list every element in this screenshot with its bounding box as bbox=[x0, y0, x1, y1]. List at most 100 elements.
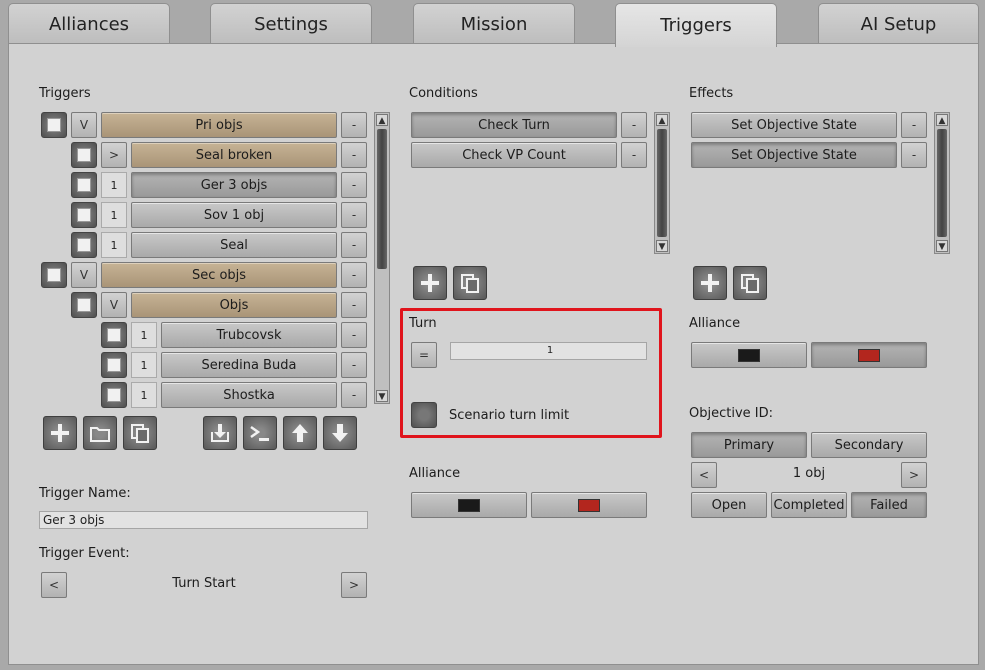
objective-next-button[interactable]: > bbox=[901, 462, 927, 488]
terminal-icon bbox=[250, 425, 269, 441]
trigger-checkbox[interactable] bbox=[71, 232, 97, 258]
scroll-down-icon[interactable]: ▼ bbox=[656, 240, 668, 252]
arrow-up-icon bbox=[292, 424, 308, 442]
trigger-row[interactable]: Seredina Buda bbox=[161, 352, 337, 378]
move-down-button[interactable] bbox=[323, 416, 357, 450]
trigger-checkbox[interactable] bbox=[41, 262, 67, 288]
scroll-up-icon[interactable]: ▲ bbox=[936, 114, 948, 126]
objective-prev-button[interactable]: < bbox=[691, 462, 717, 488]
trigger-row[interactable]: Seal bbox=[131, 232, 337, 258]
effect-alliance-red-button[interactable] bbox=[811, 342, 927, 368]
objective-state-failed-button[interactable]: Failed bbox=[851, 492, 927, 518]
copy-trigger-button[interactable] bbox=[123, 416, 157, 450]
objective-secondary-button[interactable]: Secondary bbox=[811, 432, 927, 458]
trigger-checkbox[interactable] bbox=[41, 112, 67, 138]
trigger-checkbox[interactable] bbox=[71, 202, 97, 228]
objective-id-heading: Objective ID: bbox=[689, 406, 773, 421]
trigger-event-value: Turn Start bbox=[172, 576, 236, 591]
scroll-up-icon[interactable]: ▲ bbox=[376, 114, 388, 126]
trigger-expand-toggle[interactable]: V bbox=[101, 292, 127, 318]
objective-state-completed-button[interactable]: Completed bbox=[771, 492, 847, 518]
tab-ai-setup[interactable]: AI Setup bbox=[818, 3, 979, 44]
trigger-row-selected[interactable]: Ger 3 objs bbox=[131, 172, 337, 198]
trigger-remove-button[interactable]: - bbox=[341, 232, 367, 258]
trigger-checkbox[interactable] bbox=[71, 142, 97, 168]
trigger-checkbox[interactable] bbox=[101, 382, 127, 408]
trigger-row[interactable]: Seal broken bbox=[131, 142, 337, 168]
trigger-remove-button[interactable]: - bbox=[341, 202, 367, 228]
plus-icon bbox=[51, 424, 69, 442]
trigger-expand-toggle[interactable]: > bbox=[101, 142, 127, 168]
trigger-checkbox[interactable] bbox=[71, 172, 97, 198]
condition-alliance-heading: Alliance bbox=[409, 466, 461, 481]
alliance-black-swatch bbox=[738, 348, 760, 362]
trigger-checkbox[interactable] bbox=[71, 292, 97, 318]
event-next-button[interactable]: > bbox=[341, 572, 367, 598]
conditions-heading: Conditions bbox=[409, 86, 478, 101]
effect-alliance-black-button[interactable] bbox=[691, 342, 807, 368]
trigger-row[interactable]: Trubcovsk bbox=[161, 322, 337, 348]
trigger-remove-button[interactable]: - bbox=[341, 382, 367, 408]
effects-scrollbar[interactable]: ▲ ▼ bbox=[934, 112, 950, 254]
trigger-remove-button[interactable]: - bbox=[341, 322, 367, 348]
condition-row-selected[interactable]: Check Turn bbox=[411, 112, 617, 138]
scroll-down-icon[interactable]: ▼ bbox=[936, 240, 948, 252]
scroll-thumb[interactable] bbox=[377, 129, 387, 269]
add-folder-button[interactable] bbox=[83, 416, 117, 450]
add-condition-button[interactable] bbox=[413, 266, 447, 300]
scroll-thumb[interactable] bbox=[657, 129, 667, 237]
scroll-thumb[interactable] bbox=[937, 129, 947, 237]
trigger-count: 1 bbox=[101, 232, 127, 258]
copy-effect-button[interactable] bbox=[733, 266, 767, 300]
trigger-checkbox[interactable] bbox=[101, 322, 127, 348]
trigger-expand-toggle[interactable]: V bbox=[71, 112, 97, 138]
trigger-count: 1 bbox=[131, 352, 157, 378]
triggers-heading: Triggers bbox=[39, 86, 91, 101]
trigger-row[interactable]: Sec objs bbox=[101, 262, 337, 288]
objective-primary-button[interactable]: Primary bbox=[691, 432, 807, 458]
trigger-remove-button[interactable]: - bbox=[341, 292, 367, 318]
event-prev-button[interactable]: < bbox=[41, 572, 67, 598]
trigger-checkbox[interactable] bbox=[101, 352, 127, 378]
highlight-box bbox=[400, 308, 662, 438]
trigger-remove-button[interactable]: - bbox=[341, 112, 367, 138]
trigger-remove-button[interactable]: - bbox=[341, 352, 367, 378]
add-effect-button[interactable] bbox=[693, 266, 727, 300]
trigger-remove-button[interactable]: - bbox=[341, 172, 367, 198]
condition-remove-button[interactable]: - bbox=[621, 142, 647, 168]
import-button[interactable] bbox=[203, 416, 237, 450]
trigger-row[interactable]: Shostka bbox=[161, 382, 337, 408]
trigger-name-input[interactable]: Ger 3 objs bbox=[39, 511, 368, 529]
condition-alliance-black-button[interactable] bbox=[411, 492, 527, 518]
conditions-scrollbar[interactable]: ▲ ▼ bbox=[654, 112, 670, 254]
trigger-remove-button[interactable]: - bbox=[341, 142, 367, 168]
trigger-name-label: Trigger Name: bbox=[39, 486, 131, 501]
effect-row[interactable]: Set Objective State bbox=[691, 112, 897, 138]
triggers-scrollbar[interactable]: ▲ ▼ bbox=[374, 112, 390, 404]
tab-alliances[interactable]: Alliances bbox=[8, 3, 170, 44]
tab-triggers[interactable]: Triggers bbox=[615, 3, 777, 47]
move-up-button[interactable] bbox=[283, 416, 317, 450]
tab-mission[interactable]: Mission bbox=[413, 3, 575, 44]
condition-row[interactable]: Check VP Count bbox=[411, 142, 617, 168]
objective-state-open-button[interactable]: Open bbox=[691, 492, 767, 518]
scroll-up-icon[interactable]: ▲ bbox=[656, 114, 668, 126]
add-trigger-button[interactable] bbox=[43, 416, 77, 450]
effect-remove-button[interactable]: - bbox=[901, 142, 927, 168]
condition-remove-button[interactable]: - bbox=[621, 112, 647, 138]
trigger-event-label: Trigger Event: bbox=[39, 546, 130, 561]
trigger-row[interactable]: Sov 1 obj bbox=[131, 202, 337, 228]
arrow-down-icon bbox=[332, 424, 348, 442]
alliance-black-swatch bbox=[458, 498, 480, 512]
tab-settings[interactable]: Settings bbox=[210, 3, 372, 44]
effect-row-selected[interactable]: Set Objective State bbox=[691, 142, 897, 168]
effect-remove-button[interactable]: - bbox=[901, 112, 927, 138]
copy-condition-button[interactable] bbox=[453, 266, 487, 300]
scroll-down-icon[interactable]: ▼ bbox=[376, 390, 388, 402]
trigger-expand-toggle[interactable]: V bbox=[71, 262, 97, 288]
trigger-remove-button[interactable]: - bbox=[341, 262, 367, 288]
trigger-row[interactable]: Objs bbox=[131, 292, 337, 318]
trigger-row[interactable]: Pri objs bbox=[101, 112, 337, 138]
console-button[interactable] bbox=[243, 416, 277, 450]
condition-alliance-red-button[interactable] bbox=[531, 492, 647, 518]
